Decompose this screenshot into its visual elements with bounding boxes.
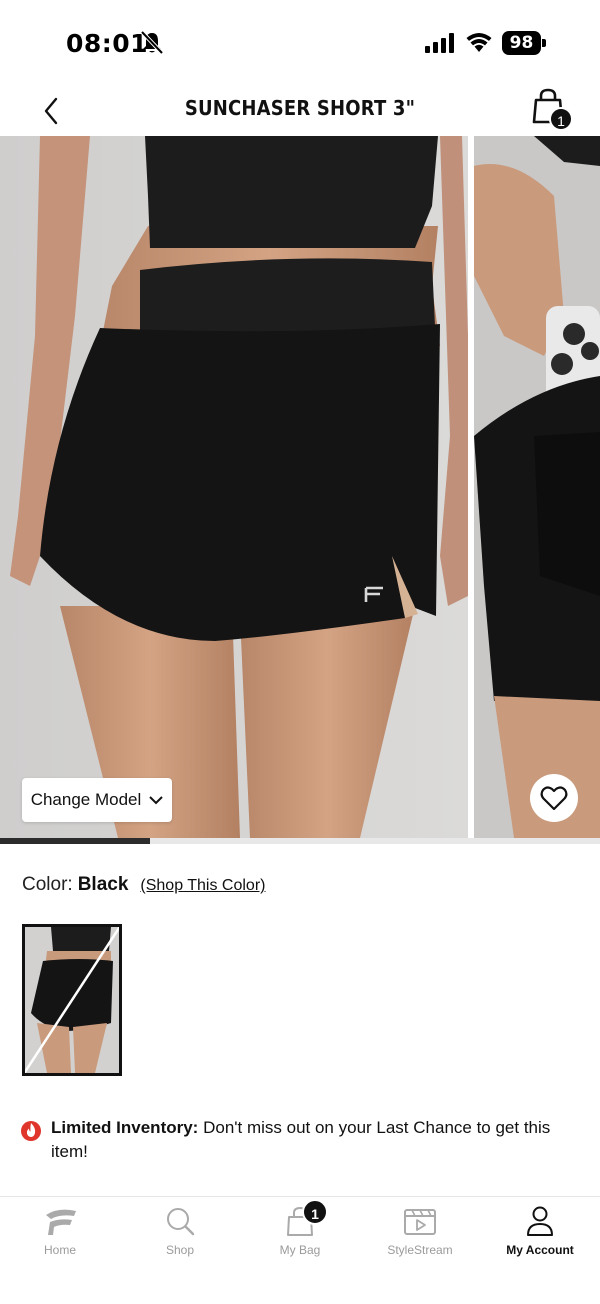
user-icon xyxy=(527,1206,553,1236)
chevron-down-icon xyxy=(149,796,163,805)
product-photo-main[interactable] xyxy=(0,136,468,838)
cellular-signal-icon xyxy=(425,33,454,53)
tab-home[interactable]: Home xyxy=(0,1197,120,1269)
search-icon xyxy=(167,1208,195,1236)
tab-stylestream-label: StyleStream xyxy=(387,1243,453,1257)
bag-count-badge: 1 xyxy=(549,107,573,131)
brand-logo-icon xyxy=(46,1209,76,1235)
color-value: Black xyxy=(77,874,129,895)
battery-level: 98 xyxy=(502,31,541,55)
pocket-detail-illustration xyxy=(474,136,600,838)
shop-this-color-link[interactable]: (Shop This Color) xyxy=(140,877,265,895)
header: SUNCHASER SHORT 3" 1 xyxy=(0,86,600,136)
status-time: 08:01 xyxy=(66,29,149,58)
notice-text: Limited Inventory: Don't miss out on you… xyxy=(51,1116,580,1164)
tab-bag-badge: 1 xyxy=(302,1199,328,1225)
color-row: Color: Black (Shop This Color) xyxy=(22,874,265,896)
gallery-progress-fill xyxy=(0,838,150,844)
tab-shop-label: Shop xyxy=(165,1243,195,1257)
tab-bag-icon-wrap: 1 xyxy=(282,1199,328,1237)
tab-my-account-label: My Account xyxy=(506,1243,574,1257)
tab-home-label: Home xyxy=(43,1243,76,1257)
heart-icon xyxy=(540,786,568,811)
tab-bar: Home Shop 1 My Bag StyleStream My Accoun… xyxy=(0,1196,600,1304)
product-gallery[interactable]: Change Model xyxy=(0,136,600,838)
gallery-progress xyxy=(0,838,600,844)
tab-my-bag[interactable]: 1 My Bag xyxy=(240,1197,360,1269)
tab-my-bag-label: My Bag xyxy=(279,1243,321,1257)
notice-strong: Limited Inventory: xyxy=(51,1118,199,1137)
bell-slash-icon xyxy=(141,31,163,55)
product-photo-secondary[interactable] xyxy=(474,136,600,838)
page-title: SUNCHASER SHORT 3" xyxy=(184,96,416,120)
bag-button[interactable]: 1 xyxy=(528,86,578,134)
flame-icon xyxy=(21,1121,41,1141)
status-bar: 08:01 98 xyxy=(0,0,600,86)
tab-shop[interactable]: Shop xyxy=(120,1197,240,1269)
change-model-label: Change Model xyxy=(30,790,142,809)
model-shorts-illustration xyxy=(0,136,468,838)
favorite-button[interactable] xyxy=(530,774,578,822)
change-model-button[interactable]: Change Model xyxy=(22,778,172,822)
swatch-thumbnail xyxy=(25,927,119,1073)
wifi-icon xyxy=(466,33,492,52)
limited-inventory-notice: Limited Inventory: Don't miss out on you… xyxy=(20,1116,580,1164)
color-label: Color: xyxy=(22,874,73,895)
color-swatch-black[interactable] xyxy=(22,924,122,1076)
battery-cap xyxy=(542,39,546,47)
video-icon xyxy=(404,1209,436,1235)
tab-stylestream[interactable]: StyleStream xyxy=(360,1197,480,1269)
battery-indicator: 98 xyxy=(502,31,546,55)
tab-my-account[interactable]: My Account xyxy=(480,1197,600,1269)
